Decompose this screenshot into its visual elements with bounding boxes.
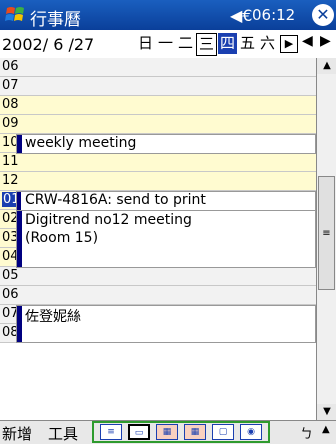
day-view-icon[interactable]: ▭ (128, 424, 150, 440)
appointment-text: CRW-4816A: send to print (25, 192, 206, 208)
day-schedule-grid[interactable]: 06 07 08 09 10 11 12 01 02 03 04 05 06 0… (0, 58, 316, 420)
hour-row[interactable]: 08 (0, 96, 316, 115)
month-view-icon[interactable]: ▦ (184, 424, 206, 440)
scroll-down-icon[interactable]: ▼ (317, 404, 336, 420)
day-sun[interactable]: 日 (136, 33, 155, 54)
windows-start-icon[interactable] (4, 3, 28, 27)
current-date[interactable]: 2002/ 6 /27 (2, 35, 94, 54)
day-fri[interactable]: 五 (238, 33, 257, 54)
previous-icon[interactable]: ◀ (302, 33, 313, 49)
appointment-crw[interactable]: CRW-4816A: send to print (16, 191, 316, 211)
day-wed[interactable]: 三 (196, 33, 217, 56)
today-icon[interactable]: ◉ (240, 424, 262, 440)
hour-label: 05 (2, 268, 19, 283)
appointment-marker (17, 211, 22, 267)
view-buttons-group: ≡ ▭ ▦ ▦ ▢ ◉ (92, 421, 270, 443)
day-tue[interactable]: 二 (176, 33, 195, 54)
appointment-marker (17, 306, 22, 342)
appointment-marker (17, 192, 21, 210)
hour-row[interactable]: 07 (0, 77, 316, 96)
appointment-other[interactable]: 佐登妮絲 (16, 305, 316, 343)
hour-label: 07 (2, 78, 19, 93)
clock[interactable]: 06:12 (252, 6, 295, 24)
date-bar: 2002/ 6 /27 日 一 二 三 四 五 六 ▶ ◀ ▶ (0, 30, 336, 59)
hour-label: 08 (2, 97, 19, 112)
hour-row[interactable]: 05 (0, 267, 316, 286)
title-bar: 行事曆 ◀€ 06:12 ✕ (0, 0, 336, 30)
hour-label: 12 (2, 173, 19, 188)
close-button[interactable]: ✕ (312, 4, 334, 26)
week-day-selector: 日 一 二 三 四 五 六 (136, 33, 278, 56)
appointment-digitrend[interactable]: Digitrend no12 meeting (Room 15) (16, 210, 316, 268)
new-menu[interactable]: 新增 (2, 423, 32, 444)
scroll-up-icon[interactable]: ▲ (317, 58, 336, 74)
hour-label: 06 (2, 287, 19, 302)
appointment-text: 佐登妮絲 (25, 309, 81, 325)
input-panel-arrow-icon[interactable]: ▲ (322, 424, 330, 435)
hour-label: 11 (2, 154, 19, 169)
hour-row[interactable]: 06 (0, 58, 316, 77)
appointment-marker (17, 135, 22, 153)
input-panel-icon[interactable]: ㄅ (300, 423, 313, 442)
app-title: 行事曆 (30, 10, 81, 30)
agenda-view-icon[interactable]: ≡ (100, 424, 122, 440)
goto-date-icon[interactable]: ▶ (280, 35, 298, 53)
appointment-weekly-meeting[interactable]: weekly meeting (16, 134, 316, 154)
day-mon[interactable]: 一 (156, 33, 175, 54)
hour-label: 09 (2, 116, 19, 131)
hour-row[interactable]: 12 (0, 172, 316, 191)
hour-row[interactable]: 09 (0, 115, 316, 134)
hour-row[interactable]: 11 (0, 153, 316, 172)
speaker-icon[interactable]: ◀€ (230, 6, 252, 25)
command-bar: 新增 工具 ≡ ▭ ▦ ▦ ▢ ◉ ㄅ ▲ (0, 420, 336, 444)
hour-label: 06 (2, 59, 19, 74)
week-view-icon[interactable]: ▦ (156, 424, 178, 440)
vertical-scrollbar[interactable]: ▲ ≡ ▼ (316, 58, 336, 420)
hour-row[interactable]: 06 (0, 286, 316, 305)
scroll-thumb[interactable]: ≡ (318, 176, 335, 290)
next-icon[interactable]: ▶ (320, 33, 331, 49)
appointment-text: Digitrend no12 meeting (Room 15) (25, 212, 192, 246)
day-thu[interactable]: 四 (218, 33, 237, 54)
appointment-text: weekly meeting (25, 135, 137, 151)
year-view-icon[interactable]: ▢ (212, 424, 234, 440)
tools-menu[interactable]: 工具 (48, 423, 78, 444)
day-sat[interactable]: 六 (258, 33, 277, 54)
